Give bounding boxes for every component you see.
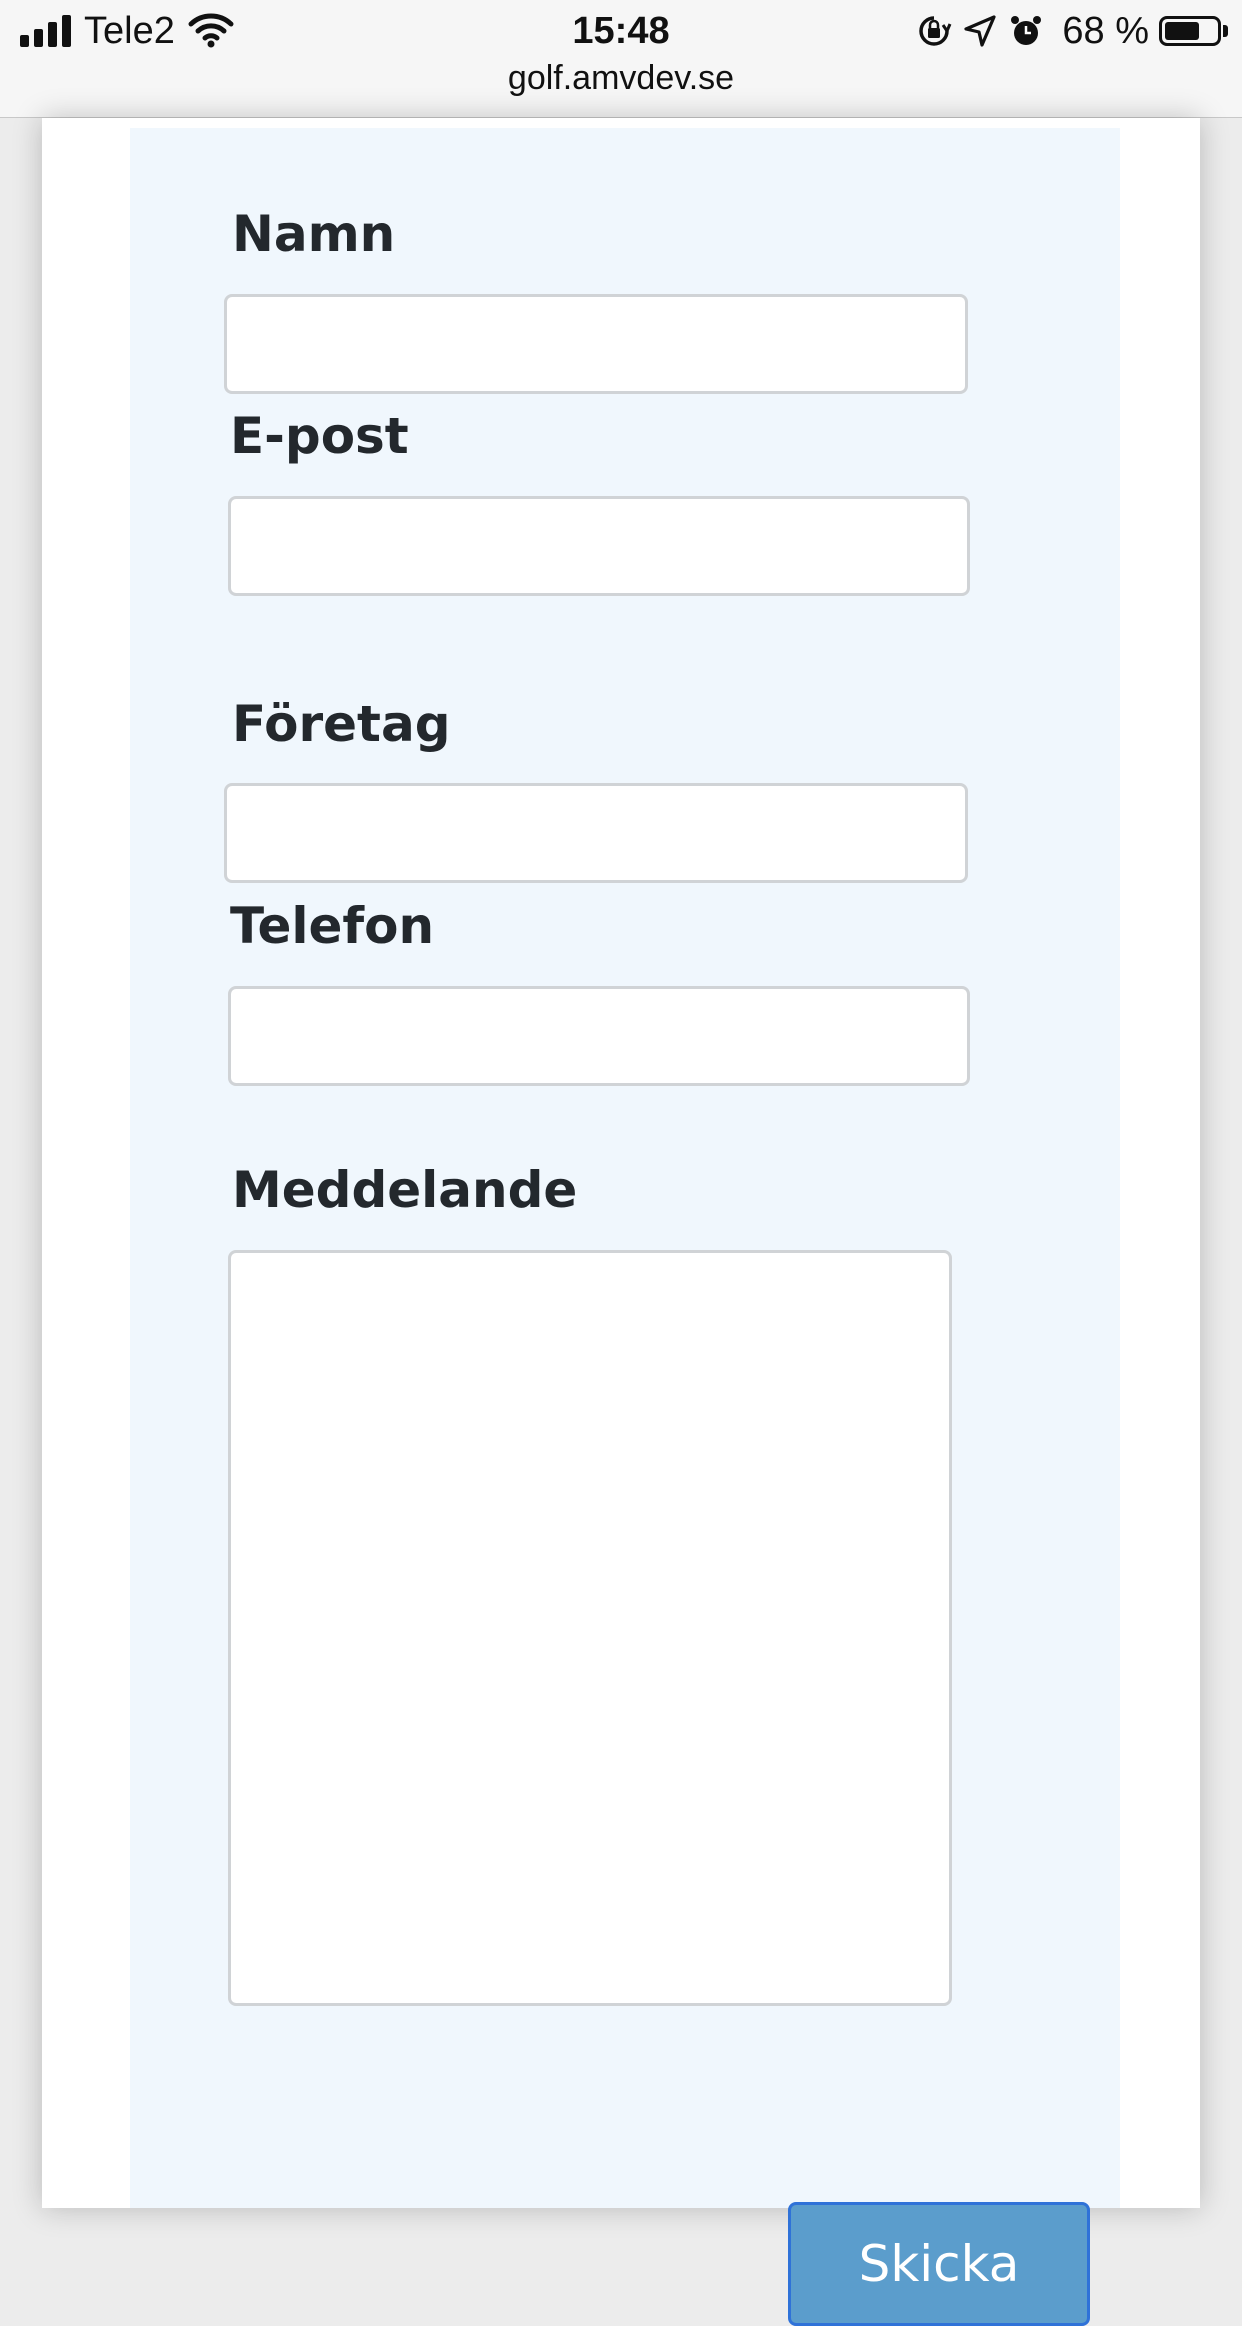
name-input[interactable] — [224, 294, 968, 394]
message-label: Meddelande — [232, 1161, 578, 1219]
orientation-lock-icon — [919, 16, 952, 46]
company-label: Företag — [232, 695, 451, 753]
status-bar: Tele2 15:48 golf.amvdev.se 68 % — [0, 0, 1242, 118]
battery-icon — [1159, 16, 1221, 46]
name-label: Namn — [232, 205, 396, 263]
email-label: E-post — [230, 407, 409, 465]
battery-cap — [1223, 25, 1228, 37]
location-arrow-icon — [964, 15, 996, 47]
phone-label: Telefon — [230, 897, 435, 955]
submit-button[interactable]: Skicka — [788, 2202, 1090, 2326]
company-input[interactable] — [224, 783, 968, 883]
battery-percentage: 68 % — [1062, 9, 1149, 52]
battery-level-fill — [1165, 22, 1199, 40]
message-textarea[interactable] — [228, 1250, 952, 2006]
alarm-icon — [1011, 16, 1042, 45]
status-indicators: 68 % — [916, 10, 1228, 52]
email-input[interactable] — [228, 496, 970, 596]
phone-input[interactable] — [228, 986, 970, 1086]
contact-form: Namn E-post Företag Telefon Meddelande S… — [130, 128, 1120, 2326]
url-bar[interactable]: golf.amvdev.se — [0, 56, 1242, 100]
